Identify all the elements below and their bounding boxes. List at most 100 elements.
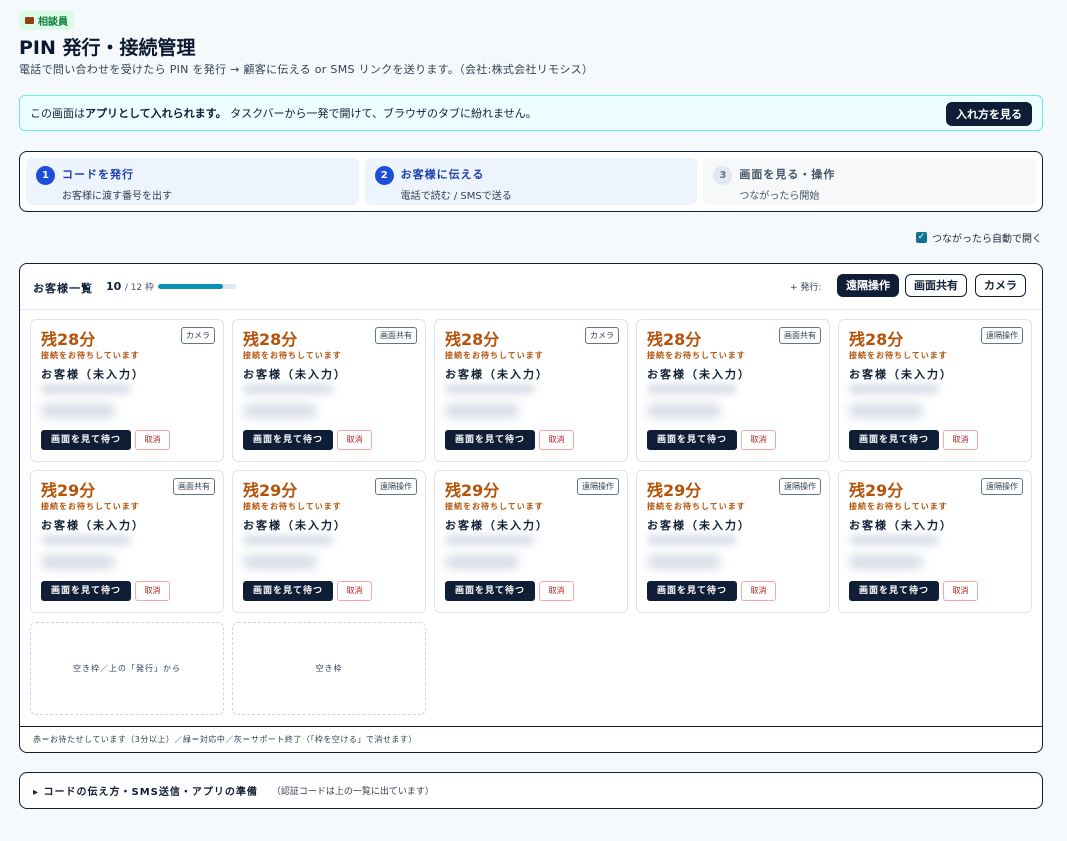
cancel-button[interactable]: 取消: [741, 581, 776, 601]
blurred-info: [41, 384, 131, 394]
empty-slot: 空き枠／上の「発行」から: [30, 622, 224, 715]
blurred-pin: [243, 404, 317, 418]
blurred-pin: [849, 404, 923, 418]
blurred-info: [647, 384, 737, 394]
howto-title[interactable]: ▸ コードの伝え方・SMS送信・アプリの準備: [33, 783, 258, 798]
step-desc: つながったら開始: [739, 191, 820, 202]
customer-name: お客様（未入力）: [243, 519, 347, 532]
cancel-button[interactable]: 取消: [135, 581, 170, 601]
step-number: 1: [36, 166, 55, 185]
slot-count: 10 / 12 枠: [106, 280, 154, 293]
panel-title: お客様一覧: [33, 282, 93, 295]
blurred-info: [445, 535, 535, 545]
view-and-wait-button[interactable]: 画面を見て待つ: [647, 581, 737, 601]
slot-progress-bar: [158, 284, 236, 289]
blurred-pin: [647, 404, 721, 418]
waiting-status: 接続をお待ちしています: [243, 502, 342, 511]
cancel-button[interactable]: 取消: [741, 430, 776, 450]
checkbox-checked-icon[interactable]: ✓: [916, 232, 927, 243]
view-and-wait-button[interactable]: 画面を見て待つ: [41, 430, 131, 450]
remaining-time: 残28分: [445, 330, 500, 349]
session-card: 残28分 カメラ 接続をお待ちしています お客様（未入力） 画面を見て待つ 取消: [30, 319, 224, 462]
blurred-pin: [849, 555, 923, 569]
panel-header: お客様一覧 10 / 12 枠 + 発行: 遠隔操作 画面共有 カメラ: [20, 264, 1042, 310]
howto-expander[interactable]: ▸ コードの伝え方・SMS送信・アプリの準備 （認証コードは上の一覧に出ています…: [19, 772, 1043, 809]
status-legend: 赤＝お待たせしています（3分以上）／緑＝対応中／灰＝サポート終了（「枠を空ける」…: [20, 726, 1042, 753]
remaining-time: 残29分: [243, 481, 298, 500]
blurred-info: [243, 384, 333, 394]
cancel-button[interactable]: 取消: [943, 430, 978, 450]
customer-name: お客様（未入力）: [445, 368, 549, 381]
cancel-button[interactable]: 取消: [337, 581, 372, 601]
view-and-wait-button[interactable]: 画面を見て待つ: [41, 581, 131, 601]
waiting-status: 接続をお待ちしています: [647, 502, 746, 511]
session-mode-badge: 画面共有: [375, 327, 417, 344]
customer-name: お客様（未入力）: [41, 519, 145, 532]
session-mode-badge: 遠隔操作: [779, 478, 821, 495]
auto-open-label: つながったら自動で開く: [932, 234, 1042, 245]
view-and-wait-button[interactable]: 画面を見て待つ: [849, 430, 939, 450]
waiting-status: 接続をお待ちしています: [849, 351, 948, 360]
session-mode-badge: カメラ: [181, 327, 215, 344]
session-mode-badge: カメラ: [585, 327, 619, 344]
remaining-time: 残28分: [41, 330, 96, 349]
slot-progress-fill: [158, 284, 223, 289]
issue-camera-button[interactable]: カメラ: [975, 274, 1026, 297]
waiting-status: 接続をお待ちしています: [647, 351, 746, 360]
session-card: 残28分 画面共有 接続をお待ちしています お客様（未入力） 画面を見て待つ 取消: [636, 319, 830, 462]
session-card: 残28分 画面共有 接続をお待ちしています お客様（未入力） 画面を見て待つ 取消: [232, 319, 426, 462]
session-card: 残29分 遠隔操作 接続をお待ちしています お客様（未入力） 画面を見て待つ 取消: [838, 470, 1032, 613]
customer-list-panel: お客様一覧 10 / 12 枠 + 発行: 遠隔操作 画面共有 カメラ 残28分…: [19, 263, 1043, 753]
customer-name: お客様（未入力）: [647, 368, 751, 381]
cancel-button[interactable]: 取消: [337, 430, 372, 450]
step-1: 1 コードを発行 お客様に渡す番号を出す: [26, 158, 359, 205]
remaining-time: 残29分: [647, 481, 702, 500]
cancel-button[interactable]: 取消: [943, 581, 978, 601]
blurred-info: [849, 535, 939, 545]
waiting-status: 接続をお待ちしています: [445, 502, 544, 511]
view-and-wait-button[interactable]: 画面を見て待つ: [647, 430, 737, 450]
customer-name: お客様（未入力）: [849, 368, 953, 381]
issue-screen-share-button[interactable]: 画面共有: [905, 274, 967, 297]
session-card: 残29分 画面共有 接続をお待ちしています お客様（未入力） 画面を見て待つ 取消: [30, 470, 224, 613]
customer-name: お客様（未入力）: [41, 368, 145, 381]
how-to-install-button[interactable]: 入れ方を見る: [946, 102, 1032, 126]
issue-label: + 発行:: [790, 283, 822, 293]
customer-name: お客様（未入力）: [849, 519, 953, 532]
blurred-pin: [41, 404, 115, 418]
blurred-pin: [243, 555, 317, 569]
step-3: 3 画面を見る・操作 つながったら開始: [703, 158, 1037, 205]
cancel-button[interactable]: 取消: [539, 581, 574, 601]
session-card: 残29分 遠隔操作 接続をお待ちしています お客様（未入力） 画面を見て待つ 取消: [636, 470, 830, 613]
view-and-wait-button[interactable]: 画面を見て待つ: [445, 581, 535, 601]
view-and-wait-button[interactable]: 画面を見て待つ: [243, 430, 333, 450]
role-label: 相談員: [38, 17, 68, 28]
blurred-info: [647, 535, 737, 545]
notice-prefix: この画面は: [30, 107, 85, 120]
empty-slot: 空き枠: [232, 622, 426, 715]
briefcase-icon: [25, 17, 34, 24]
step-title: コードを発行: [62, 168, 134, 181]
step-2: 2 お客様に伝える 電話で読む / SMSで送る: [364, 158, 698, 205]
view-and-wait-button[interactable]: 画面を見て待つ: [445, 430, 535, 450]
view-and-wait-button[interactable]: 画面を見て待つ: [243, 581, 333, 601]
cancel-button[interactable]: 取消: [539, 430, 574, 450]
step-number: 3: [713, 166, 733, 185]
page-subtitle: 電話で問い合わせを受けたら PIN を発行 → 顧客に伝える or SMS リン…: [19, 63, 594, 76]
session-mode-badge: 画面共有: [779, 327, 821, 344]
step-desc: お客様に渡す番号を出す: [62, 191, 172, 202]
auto-open-toggle[interactable]: ✓ つながったら自動で開く: [916, 230, 1042, 245]
blurred-pin: [41, 555, 115, 569]
slot-total: / 12 枠: [124, 283, 155, 293]
remaining-time: 残28分: [243, 330, 298, 349]
issue-remote-control-button[interactable]: 遠隔操作: [837, 274, 899, 297]
blurred-pin: [647, 555, 721, 569]
remaining-time: 残28分: [849, 330, 904, 349]
remaining-time: 残29分: [41, 481, 96, 500]
steps-bar: 1 コードを発行 お客様に渡す番号を出す 2 お客様に伝える 電話で読む / S…: [19, 151, 1043, 212]
notice-emphasis: アプリとして入れられます。: [85, 107, 227, 120]
waiting-status: 接続をお待ちしています: [849, 502, 948, 511]
waiting-status: 接続をお待ちしています: [445, 351, 544, 360]
view-and-wait-button[interactable]: 画面を見て待つ: [849, 581, 939, 601]
cancel-button[interactable]: 取消: [135, 430, 170, 450]
